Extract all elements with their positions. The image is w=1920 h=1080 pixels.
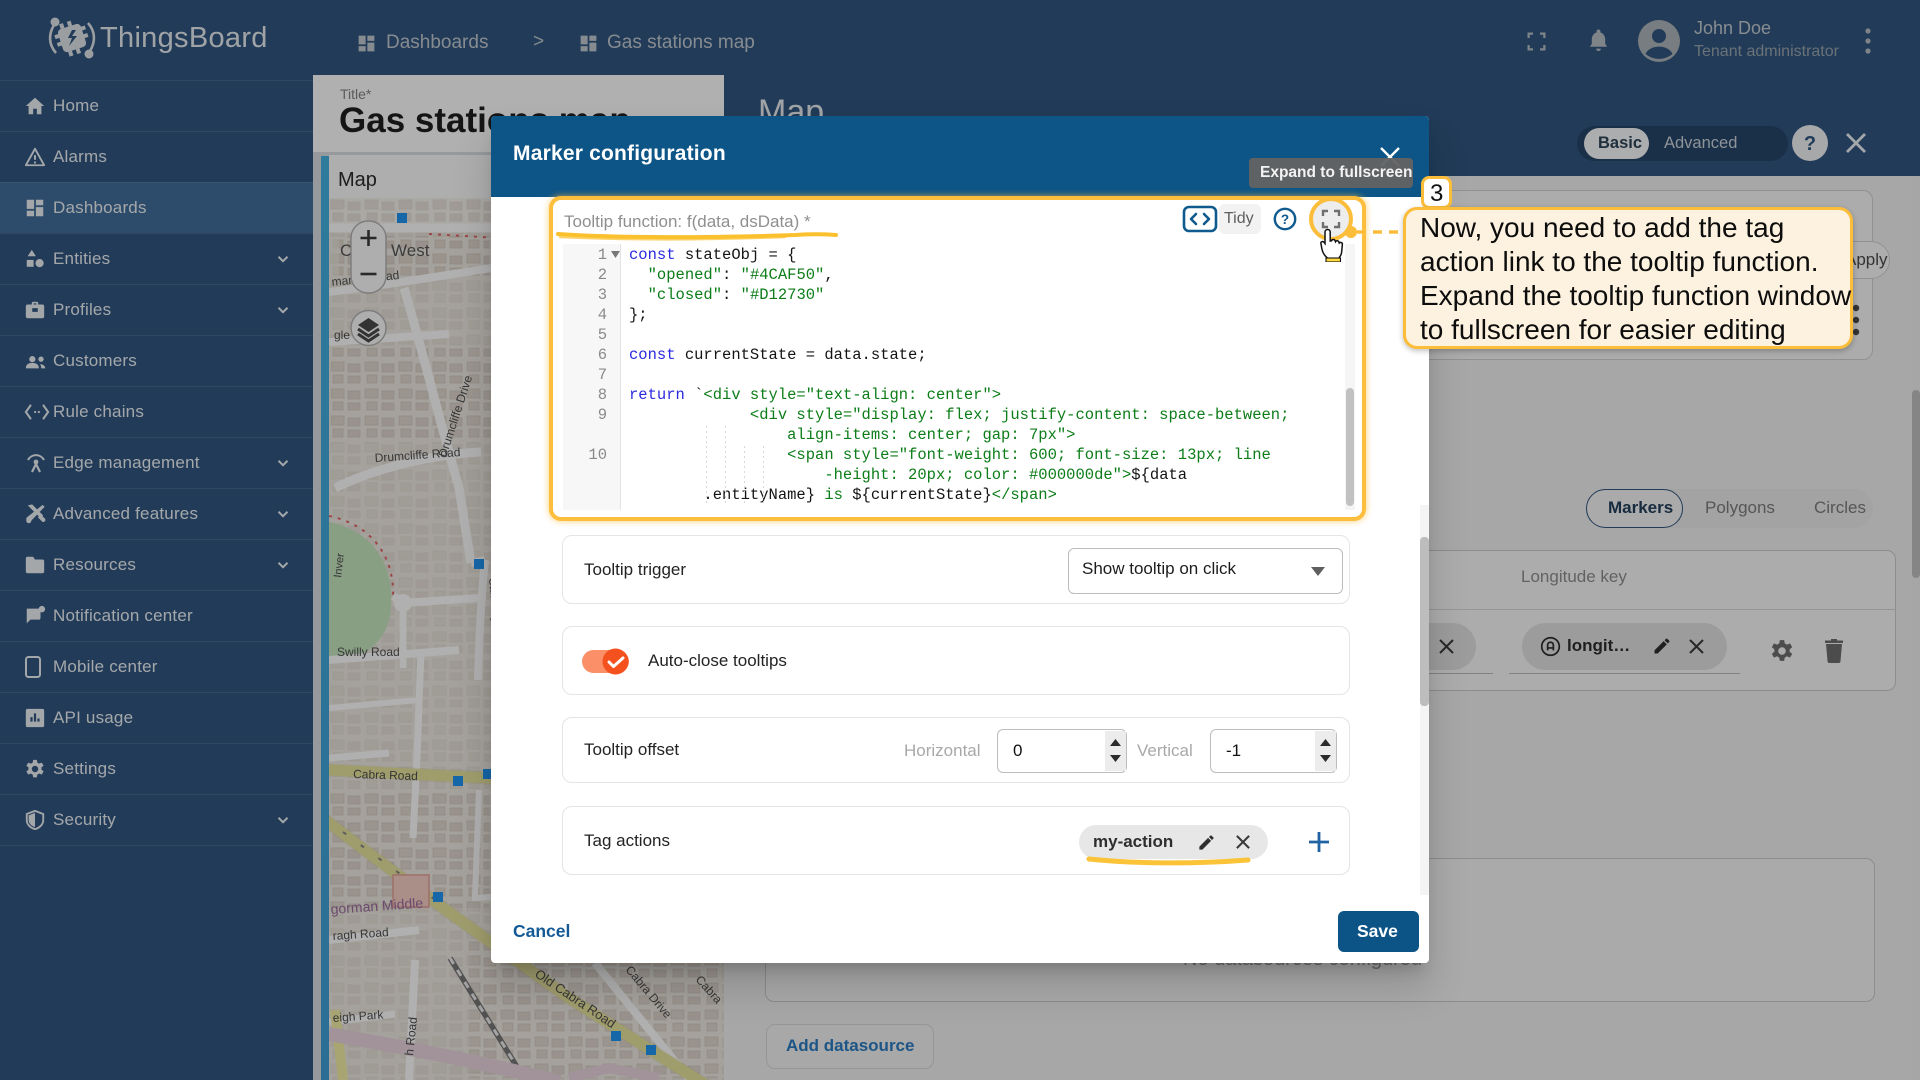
svg-text:?: ?	[1281, 212, 1289, 227]
